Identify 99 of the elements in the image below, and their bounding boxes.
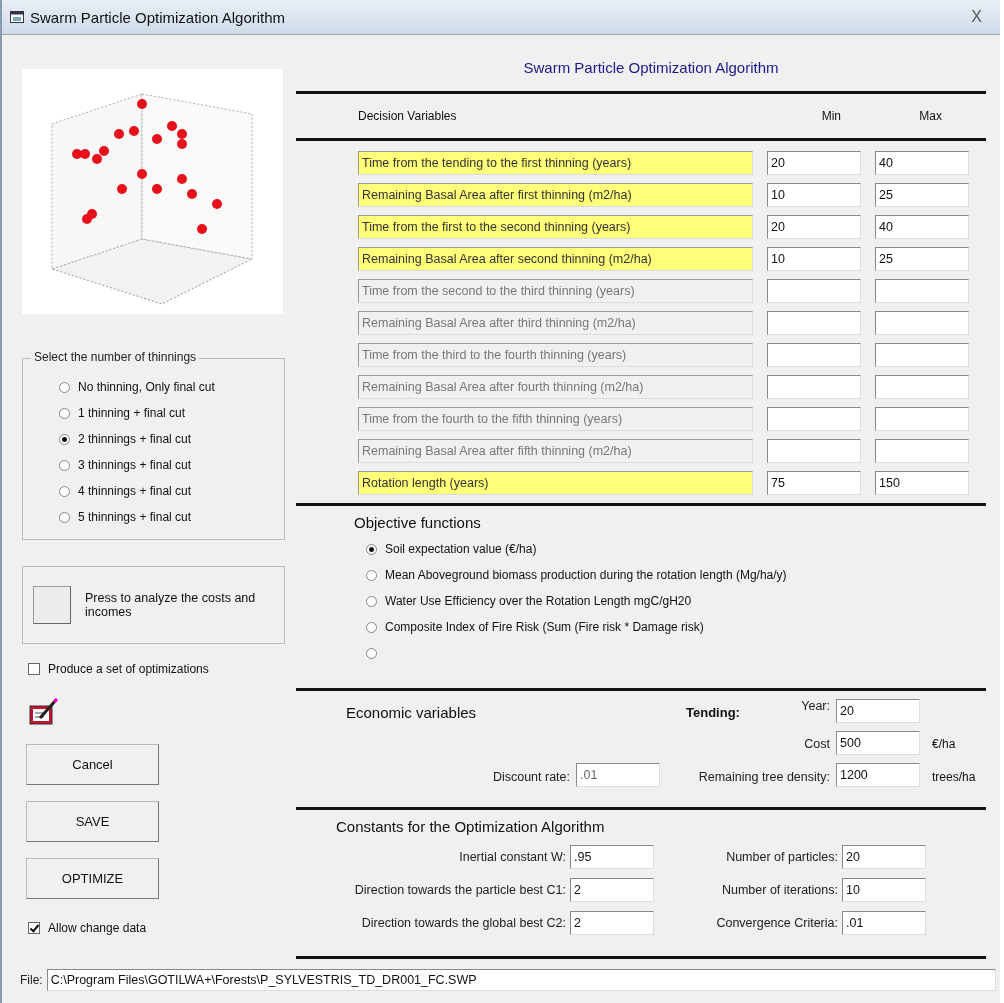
min-field[interactable] bbox=[767, 311, 861, 335]
column-header: Max bbox=[918, 109, 942, 123]
max-field[interactable]: 150 bbox=[875, 471, 969, 495]
radio-button[interactable] bbox=[366, 595, 377, 607]
constant-field[interactable]: 20 bbox=[842, 845, 926, 869]
field-label: Convergence Criteria: bbox=[715, 916, 838, 930]
max-field[interactable] bbox=[875, 343, 969, 367]
max-field[interactable] bbox=[875, 279, 969, 303]
analyze-description: Press to analyze the costs and incomes bbox=[85, 591, 257, 619]
variable-label: Remaining Basal Area after fourth thinning (m2/ha) bbox=[358, 375, 753, 399]
max-field[interactable] bbox=[875, 439, 969, 463]
radio-button[interactable] bbox=[59, 459, 70, 471]
option-label: Water Use Efficiency over the Rotation Length mgC/gH20 bbox=[385, 594, 692, 608]
max-field[interactable] bbox=[875, 311, 969, 335]
field-label: Number of particles: bbox=[725, 850, 838, 864]
density-field[interactable]: 1200 bbox=[836, 763, 920, 787]
variable-label: Remaining Basal Area after second thinning (m2/ha) bbox=[358, 247, 753, 271]
radio-button[interactable] bbox=[366, 543, 377, 555]
variable-label: Time from the tending to the first thinning (years) bbox=[358, 151, 753, 175]
section-title: Objective functions bbox=[354, 514, 482, 531]
max-field[interactable] bbox=[875, 407, 969, 431]
min-field[interactable]: 10 bbox=[767, 183, 861, 207]
min-field[interactable] bbox=[767, 343, 861, 367]
field-label: Year: bbox=[801, 699, 831, 713]
option-label: Mean Aboveground biomass production during the rotation length (Mg/ha/y) bbox=[385, 568, 787, 582]
year-field[interactable]: 20 bbox=[836, 699, 920, 723]
unit-label: trees/ha bbox=[931, 770, 977, 784]
analyze-button[interactable] bbox=[33, 586, 71, 624]
column-header: Min bbox=[820, 109, 841, 123]
constant-field[interactable]: .95 bbox=[570, 845, 654, 869]
option-label: No thinning, Only final cut bbox=[78, 380, 215, 394]
column-header: Decision Variables bbox=[358, 109, 458, 123]
constant-field[interactable]: 10 bbox=[842, 878, 926, 902]
close-button[interactable]: X bbox=[961, 8, 992, 26]
group-title: Select the number of thinnings bbox=[31, 350, 200, 364]
checkbox[interactable] bbox=[28, 663, 40, 675]
radio-button[interactable] bbox=[366, 621, 377, 633]
field-label: Cost bbox=[803, 737, 831, 751]
checkbox[interactable] bbox=[28, 922, 40, 934]
action-button[interactable]: OPTIMIZE bbox=[26, 858, 159, 899]
variable-label: Rotation length (years) bbox=[358, 471, 753, 495]
variable-label: Remaining Basal Area after fifth thinning (m2/ha) bbox=[358, 439, 753, 463]
checkbox-label: Produce a set of optimizations bbox=[48, 662, 209, 676]
min-field[interactable] bbox=[767, 375, 861, 399]
max-field[interactable]: 40 bbox=[875, 151, 969, 175]
min-field[interactable]: 20 bbox=[767, 215, 861, 239]
field-label: Remaining tree density: bbox=[697, 770, 831, 784]
field-label: Number of iterations: bbox=[720, 883, 838, 897]
option-label: Composite Index of Fire Risk (Sum (Fire risk * Damage risk) bbox=[385, 620, 704, 634]
radio-button[interactable] bbox=[59, 433, 70, 445]
tending-label: Tending: bbox=[685, 704, 741, 720]
min-field[interactable] bbox=[767, 439, 861, 463]
option-label: 3 thinnings + final cut bbox=[78, 458, 192, 472]
min-field[interactable] bbox=[767, 407, 861, 431]
unit-label: €/ha bbox=[931, 737, 957, 751]
field-label: File: bbox=[20, 973, 43, 987]
variable-label: Time from the third to the fourth thinning (years) bbox=[358, 343, 753, 367]
option-label: 5 thinnings + final cut bbox=[78, 510, 192, 524]
variable-label: Time from the first to the second thinning (years) bbox=[358, 215, 753, 239]
file-path-field[interactable]: C:\Program Files\GOTILWA+\Forests\P_SYLVESTRIS_TD_DR001_FC.SWP bbox=[46, 969, 996, 991]
radio-button[interactable] bbox=[59, 485, 70, 497]
checkbox-label: Allow change data bbox=[48, 921, 147, 935]
radio-button[interactable] bbox=[59, 407, 70, 419]
radio-button[interactable] bbox=[59, 381, 70, 393]
field-label: Inertial constant W: bbox=[458, 850, 566, 864]
field-label: Direction towards the particle best C1: bbox=[353, 883, 566, 897]
option-label: 4 thinnings + final cut bbox=[78, 484, 192, 498]
radio-button[interactable] bbox=[366, 569, 377, 581]
option-label: Soil expectation value (€/ha) bbox=[385, 542, 537, 556]
min-field[interactable]: 10 bbox=[767, 247, 861, 271]
max-field[interactable] bbox=[875, 375, 969, 399]
constant-field[interactable]: 2 bbox=[570, 911, 654, 935]
constant-field[interactable]: .01 bbox=[842, 911, 926, 935]
section-title: Economic variables bbox=[345, 703, 478, 721]
field-label: Direction towards the global best C2: bbox=[360, 916, 566, 930]
option-label: 1 thinning + final cut bbox=[78, 406, 186, 420]
max-field[interactable]: 25 bbox=[875, 183, 969, 207]
cost-field[interactable]: 500 bbox=[836, 731, 920, 755]
radio-button[interactable] bbox=[366, 647, 377, 659]
field-label: Discount rate: bbox=[491, 770, 571, 784]
constant-field[interactable]: 2 bbox=[570, 878, 654, 902]
option-label: 2 thinnings + final cut bbox=[78, 432, 192, 446]
variable-label: Remaining Basal Area after first thinning (m2/ha) bbox=[358, 183, 753, 207]
window-title: Swarm Particle Optimization Algorithm bbox=[30, 8, 286, 26]
min-field[interactable]: 75 bbox=[767, 471, 861, 495]
action-button[interactable]: SAVE bbox=[26, 801, 159, 842]
min-field[interactable] bbox=[767, 279, 861, 303]
form-heading: Swarm Particle Optimization Algorithm bbox=[522, 59, 780, 78]
variable-label: Time from the fourth to the fifth thinning (years) bbox=[358, 407, 753, 431]
max-field[interactable]: 40 bbox=[875, 215, 969, 239]
max-field[interactable]: 25 bbox=[875, 247, 969, 271]
window-icon bbox=[10, 11, 24, 23]
variable-label: Time from the second to the third thinning (years) bbox=[358, 279, 753, 303]
notepad-pencil-icon[interactable] bbox=[29, 698, 59, 725]
action-button[interactable]: Cancel bbox=[26, 744, 159, 785]
radio-button[interactable] bbox=[59, 511, 70, 523]
min-field[interactable]: 20 bbox=[767, 151, 861, 175]
variable-label: Remaining Basal Area after third thinning (m2/ha) bbox=[358, 311, 753, 335]
section-title: Constants for the Optimization Algorithm bbox=[336, 818, 606, 835]
